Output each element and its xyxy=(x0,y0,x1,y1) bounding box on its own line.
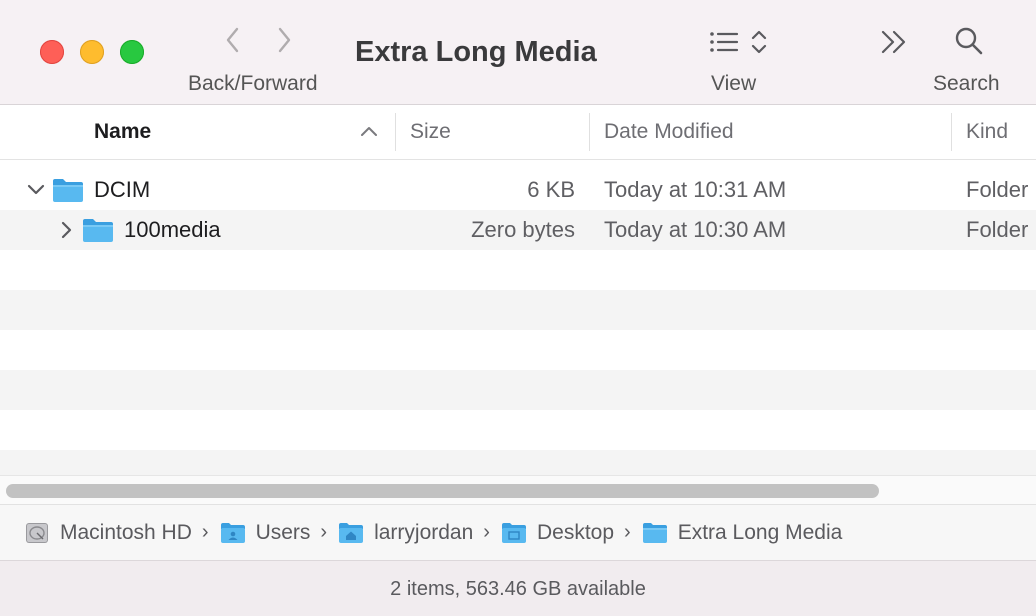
status-bar: 2 items, 563.46 GB available xyxy=(0,560,1036,616)
forward-button[interactable] xyxy=(268,24,300,56)
path-item-extra-long-media[interactable]: Extra Long Media xyxy=(642,520,843,545)
row-date: Today at 10:30 AM xyxy=(604,217,787,242)
hard-drive-icon xyxy=(26,522,48,543)
status-text: 2 items, 563.46 GB available xyxy=(390,577,646,600)
path-item-label: Desktop xyxy=(536,520,615,544)
path-item-label: Users xyxy=(255,520,311,544)
column-date-modified[interactable]: Date Modified xyxy=(604,105,734,159)
column-divider[interactable] xyxy=(395,113,396,151)
users-folder-icon xyxy=(220,522,245,543)
table-row[interactable]: DCIM 6 KB Today at 10:31 AM Folder xyxy=(0,170,1036,210)
path-item-label: Extra Long Media xyxy=(677,520,843,544)
path-separator: › xyxy=(320,521,328,543)
path-item-label: Macintosh HD xyxy=(60,520,192,544)
scrollbar-thumb[interactable] xyxy=(6,484,879,498)
row-kind: Folder xyxy=(966,217,1029,242)
row-name: 100media xyxy=(124,217,221,242)
path-item-users[interactable]: Users xyxy=(220,520,311,545)
search-label: Search xyxy=(933,72,1000,95)
home-folder-icon xyxy=(339,522,364,543)
row-date: Today at 10:31 AM xyxy=(604,177,787,202)
horizontal-scrollbar[interactable] xyxy=(0,475,1036,504)
empty-row xyxy=(0,250,1036,290)
folder-icon xyxy=(53,179,83,202)
row-kind: Folder xyxy=(966,177,1029,202)
disclosure-collapsed-icon[interactable] xyxy=(57,220,77,240)
path-separator: › xyxy=(483,521,490,543)
file-list: DCIM 6 KB Today at 10:31 AM Folder 100me… xyxy=(0,160,1036,475)
zoom-button[interactable] xyxy=(120,40,144,64)
toolbar: Back/Forward Extra Long Media View Searc… xyxy=(0,0,1036,105)
list-view-icon[interactable] xyxy=(708,26,772,58)
row-size: 6 KB xyxy=(527,177,575,202)
folder-icon xyxy=(83,219,113,242)
view-label: View xyxy=(711,72,757,95)
row-name: DCIM xyxy=(94,177,151,202)
disclosure-expanded-icon[interactable] xyxy=(26,180,46,200)
row-size: Zero bytes xyxy=(471,217,575,242)
column-name[interactable]: Name xyxy=(94,105,151,159)
double-chevron-icon[interactable] xyxy=(878,26,912,58)
path-bar: Macintosh HD › Users › larryjordan › Des… xyxy=(0,504,1036,560)
back-button[interactable] xyxy=(217,24,249,56)
path-separator: › xyxy=(201,521,209,543)
chevron-left-icon xyxy=(226,27,239,53)
back-forward-label: Back/Forward xyxy=(188,72,318,95)
chevron-right-icon xyxy=(278,27,291,53)
close-button[interactable] xyxy=(40,40,64,64)
path-item-macintosh-hd[interactable]: Macintosh HD xyxy=(24,520,192,546)
finder-window: Back/Forward Extra Long Media View Searc… xyxy=(0,0,1036,616)
table-row[interactable]: 100media Zero bytes Today at 10:30 AM Fo… xyxy=(0,210,1036,250)
column-divider[interactable] xyxy=(589,113,590,151)
column-header: Name Size Date Modified Kind xyxy=(0,105,1036,160)
path-item-larryjordan[interactable]: larryjordan xyxy=(338,521,473,545)
empty-row xyxy=(0,450,1036,475)
path-item-label: larryjordan xyxy=(374,520,474,544)
empty-row xyxy=(0,370,1036,410)
window-title: Extra Long Media xyxy=(355,36,597,68)
path-item-desktop[interactable]: Desktop xyxy=(501,521,614,545)
search-icon[interactable] xyxy=(954,25,984,57)
sort-ascending-icon[interactable] xyxy=(360,123,378,141)
empty-row xyxy=(0,290,1036,330)
empty-row xyxy=(0,410,1036,450)
column-divider[interactable] xyxy=(951,113,952,151)
column-kind[interactable]: Kind xyxy=(966,105,1008,159)
path-separator: › xyxy=(624,521,631,543)
minimize-button[interactable] xyxy=(80,40,104,64)
column-size[interactable]: Size xyxy=(410,105,451,159)
desktop-folder-icon xyxy=(501,522,526,543)
empty-row xyxy=(0,330,1036,370)
folder-icon xyxy=(642,522,667,543)
